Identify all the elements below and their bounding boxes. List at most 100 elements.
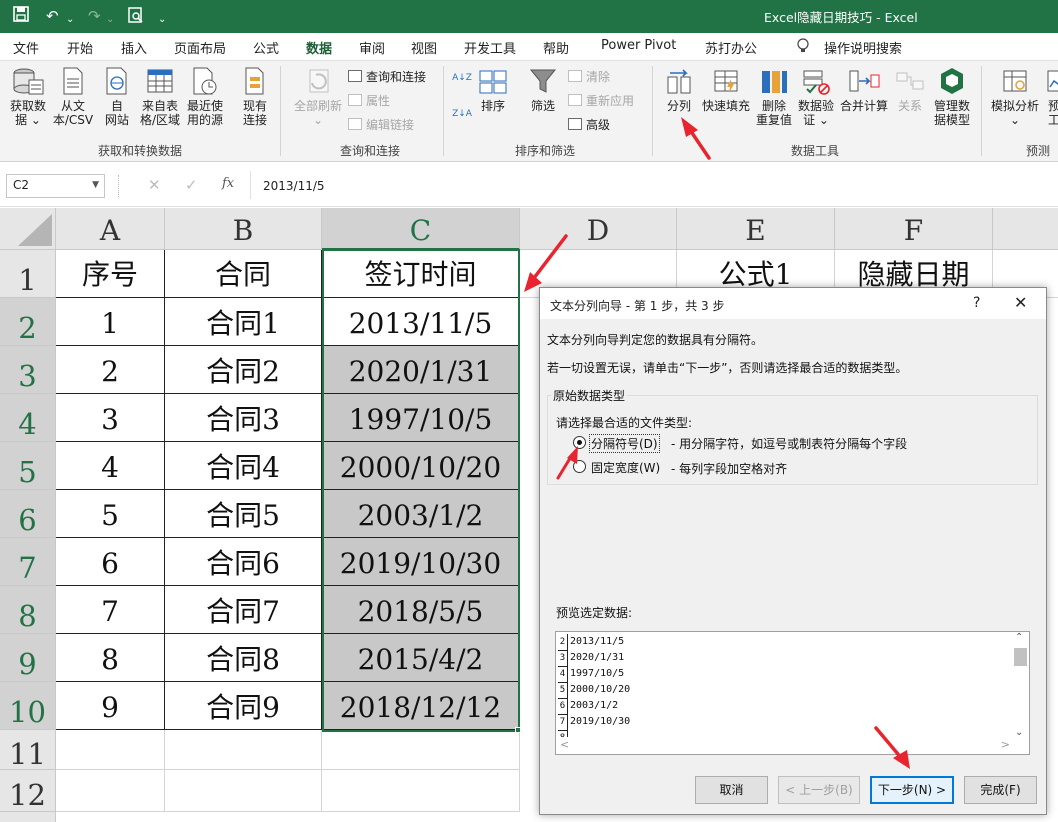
formula-input[interactable]: 2013/11/5 <box>250 171 1058 199</box>
queries-connections-button[interactable]: 查询和连接 <box>348 69 426 85</box>
header-cell-index[interactable]: 序号 <box>56 250 165 298</box>
table-cell-date[interactable]: 2003/1/2 <box>322 490 520 538</box>
table-cell-contract[interactable]: 合同6 <box>165 538 322 586</box>
fixed-width-label[interactable]: 固定宽度(W) <box>591 459 660 476</box>
sort-ascending-icon[interactable]: A↓Z <box>452 73 472 83</box>
row-header-4[interactable]: 4 <box>0 394 56 442</box>
table-cell-date[interactable]: 2015/4/2 <box>322 634 520 682</box>
column-header-a[interactable]: A <box>56 208 165 250</box>
delimited-label[interactable]: 分隔符号(D) <box>589 434 660 453</box>
print-preview-icon[interactable] <box>127 6 145 29</box>
undo-icon[interactable]: ↶ <box>46 6 59 26</box>
save-icon[interactable] <box>12 5 30 28</box>
tab-file[interactable]: 文件 <box>13 38 39 57</box>
tab-data[interactable]: 数据 <box>303 38 335 63</box>
redo-dropdown-icon[interactable]: ⌄ <box>106 10 114 30</box>
cell-a12[interactable] <box>56 770 165 812</box>
table-cell-index[interactable]: 8 <box>56 634 165 682</box>
what-if-analysis-button[interactable]: 模拟分析 ⌄ <box>988 65 1042 127</box>
row-header-12[interactable]: 12 <box>0 770 56 812</box>
table-cell-index[interactable]: 3 <box>56 394 165 442</box>
row-header-9[interactable]: 9 <box>0 634 56 682</box>
table-cell-contract[interactable]: 合同8 <box>165 634 322 682</box>
cell-c11[interactable] <box>322 730 520 770</box>
scroll-down-icon[interactable]: ⌄ <box>1015 727 1023 738</box>
data-validation-button[interactable]: 数据验 证 ⌄ <box>796 65 836 127</box>
scroll-up-icon[interactable]: ⌃ <box>1015 632 1023 643</box>
cell-b11[interactable] <box>165 730 322 770</box>
tab-page-layout[interactable]: 页面布局 <box>174 38 226 57</box>
table-cell-date[interactable]: 2018/5/5 <box>322 586 520 634</box>
row-header-1[interactable]: 1 <box>0 250 56 298</box>
table-cell-contract[interactable]: 合同7 <box>165 586 322 634</box>
tab-insert[interactable]: 插入 <box>121 38 147 57</box>
scroll-left-icon[interactable]: < <box>560 738 569 751</box>
header-cell-contract[interactable]: 合同 <box>165 250 322 298</box>
table-cell-contract[interactable]: 合同5 <box>165 490 322 538</box>
recent-sources-button[interactable]: 最近使 用的源 <box>184 65 226 127</box>
select-all-corner[interactable] <box>0 208 56 250</box>
table-cell-contract[interactable]: 合同9 <box>165 682 322 730</box>
column-header-b[interactable]: B <box>165 208 322 250</box>
customize-qat-icon[interactable]: ⌄ <box>158 10 166 30</box>
table-cell-date[interactable]: 2013/11/5 <box>322 298 520 346</box>
text-to-columns-button[interactable]: 分列 <box>663 65 695 113</box>
table-cell-date[interactable]: 2019/10/30 <box>322 538 520 586</box>
preview-horizontal-scrollbar[interactable]: < > <box>556 737 1014 754</box>
next-button[interactable]: 下一步(N) > <box>870 776 954 804</box>
column-header-e[interactable]: E <box>677 208 835 250</box>
row-header-8[interactable]: 8 <box>0 586 56 634</box>
advanced-filter-button[interactable]: 高级 <box>568 117 610 133</box>
tab-view[interactable]: 视图 <box>411 38 437 57</box>
tab-help[interactable]: 帮助 <box>543 38 569 57</box>
existing-connections-button[interactable]: 现有 连接 <box>237 65 273 127</box>
row-header-6[interactable]: 6 <box>0 490 56 538</box>
cell-c12[interactable] <box>322 770 520 812</box>
table-cell-date[interactable]: 2020/1/31 <box>322 346 520 394</box>
fill-handle[interactable] <box>515 727 521 733</box>
column-header-g[interactable] <box>993 208 1058 250</box>
row-header-13[interactable] <box>0 812 56 822</box>
row-header-5[interactable]: 5 <box>0 442 56 490</box>
tab-suda[interactable]: 苏打办公 <box>705 38 757 57</box>
tab-developer[interactable]: 开发工具 <box>464 38 516 57</box>
sort-button[interactable]: 排序 <box>476 65 510 113</box>
tab-home[interactable]: 开始 <box>67 38 93 57</box>
finish-button[interactable]: 完成(F) <box>964 776 1037 804</box>
tab-formulas[interactable]: 公式 <box>253 38 279 57</box>
table-cell-contract[interactable]: 合同3 <box>165 394 322 442</box>
table-cell-index[interactable]: 1 <box>56 298 165 346</box>
table-cell-contract[interactable]: 合同4 <box>165 442 322 490</box>
clear-filter-button[interactable]: 清除 <box>568 69 610 85</box>
row-header-7[interactable]: 7 <box>0 538 56 586</box>
lightbulb-icon[interactable] <box>796 38 810 58</box>
table-cell-index[interactable]: 9 <box>56 682 165 730</box>
table-cell-index[interactable]: 5 <box>56 490 165 538</box>
delimited-radio[interactable] <box>573 436 586 449</box>
tell-me-search[interactable]: 操作说明搜索 <box>824 38 902 57</box>
preview-vertical-scrollbar[interactable]: ⌃ ⌄ <box>1012 632 1029 738</box>
scroll-thumb[interactable] <box>1014 648 1027 666</box>
cell-b12[interactable] <box>165 770 322 812</box>
reapply-button[interactable]: 重新应用 <box>568 93 634 109</box>
undo-dropdown-icon[interactable]: ⌄ <box>66 10 74 30</box>
table-cell-date[interactable]: 1997/10/5 <box>322 394 520 442</box>
relationships-button[interactable]: 关系 <box>893 65 927 113</box>
confirm-entry-icon[interactable]: ✓ <box>185 176 198 194</box>
manage-data-model-button[interactable]: 管理数 据模型 <box>930 65 974 127</box>
help-icon[interactable]: ? <box>973 295 980 311</box>
table-cell-contract[interactable]: 合同1 <box>165 298 322 346</box>
cancel-entry-icon[interactable]: ✕ <box>148 176 161 194</box>
refresh-all-button[interactable]: 全部刷新 ⌄ <box>290 65 346 127</box>
table-cell-date[interactable]: 2000/10/20 <box>322 442 520 490</box>
redo-icon[interactable]: ↷ <box>88 6 101 26</box>
row-header-11[interactable]: 11 <box>0 730 56 771</box>
from-web-button[interactable]: 自 网站 <box>100 65 134 127</box>
header-cell-sign-date[interactable]: 签订时间 <box>322 250 520 298</box>
table-cell-date[interactable]: 2018/12/12 <box>322 682 520 730</box>
remove-duplicates-button[interactable]: 删除 重复值 <box>756 65 792 127</box>
tab-review[interactable]: 审阅 <box>359 38 385 57</box>
consolidate-button[interactable]: 合并计算 <box>838 65 890 113</box>
filter-button[interactable]: 筛选 <box>526 65 560 113</box>
back-button[interactable]: < 上一步(B) <box>778 776 860 804</box>
